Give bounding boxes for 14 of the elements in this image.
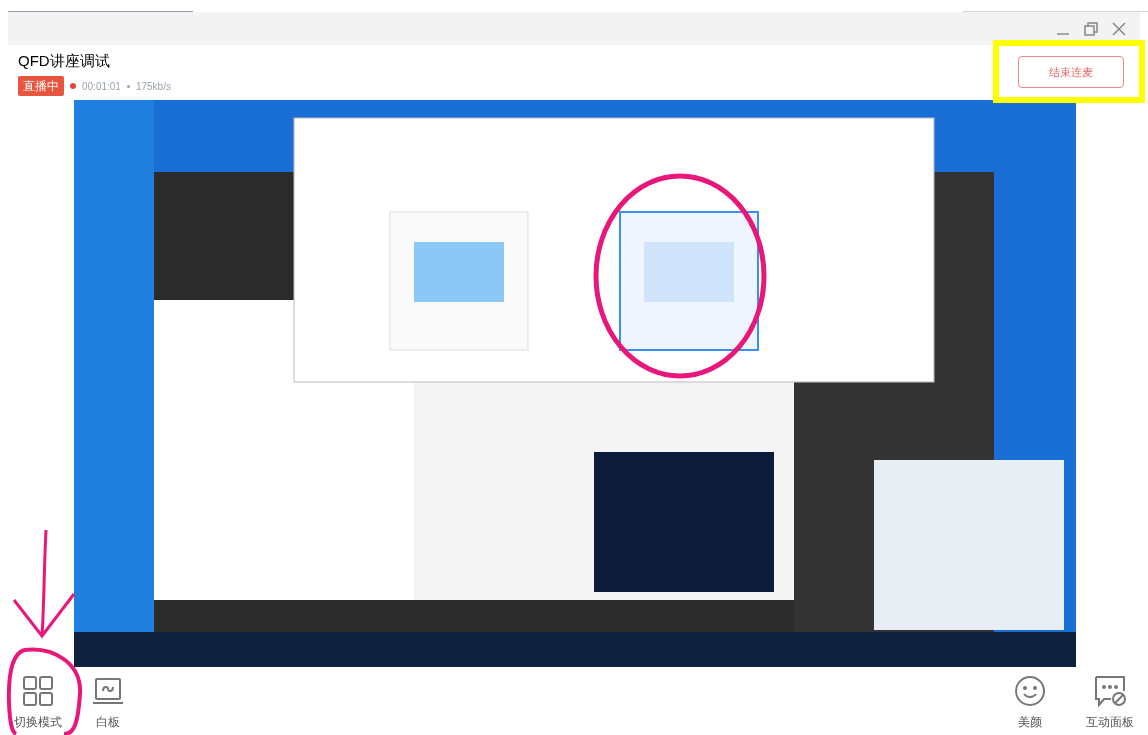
live-badge: 直播中 [18, 76, 64, 96]
bitrate: 175kb/s [135, 79, 171, 94]
close-icon[interactable] [1112, 21, 1126, 36]
stream-title: QFD讲座调试 [18, 51, 111, 71]
grid-icon [22, 675, 54, 707]
whiteboard-icon [92, 675, 124, 707]
toolbar-button[interactable]: 美颜 [1014, 675, 1046, 731]
toolbar-button[interactable]: 白板 [92, 675, 124, 731]
toolbar-button[interactable]: 切换模式 [14, 675, 62, 731]
toolbar-button[interactable]: 互动面板 [1086, 675, 1134, 731]
smiley-face-icon [1014, 675, 1046, 707]
chat-bubble-icon [1094, 675, 1126, 707]
restore-icon[interactable] [1084, 21, 1098, 36]
stream-duration: 00:01:01 [82, 79, 121, 94]
